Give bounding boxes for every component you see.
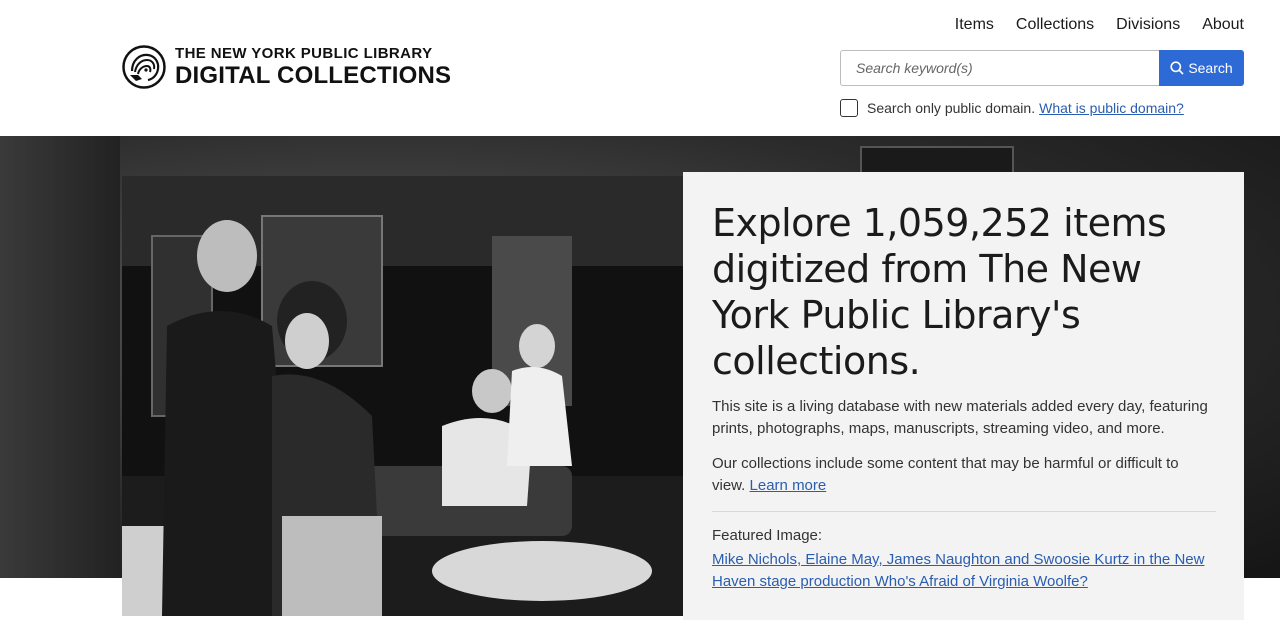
logo-text: THE NEW YORK PUBLIC LIBRARY DIGITAL COLL…	[175, 46, 451, 88]
site-logo[interactable]: THE NEW YORK PUBLIC LIBRARY DIGITAL COLL…	[122, 45, 451, 89]
logo-line2: DIGITAL COLLECTIONS	[175, 62, 452, 89]
hero-headline: Explore 1,059,252 items digitized from T…	[712, 201, 1167, 383]
hero-description: This site is a living database with new …	[712, 398, 1208, 437]
search-form: Search	[840, 50, 1244, 86]
site-header: THE NEW YORK PUBLIC LIBRARY DIGITAL COLL…	[0, 0, 1280, 136]
content-warning: Our collections include some content tha…	[712, 453, 1192, 497]
nav-item-about[interactable]: About	[1202, 16, 1244, 34]
search-button-label: Search	[1188, 60, 1233, 76]
public-domain-checkbox[interactable]	[840, 99, 858, 117]
what-is-public-domain-link[interactable]: What is public domain?	[1039, 100, 1184, 116]
search-input[interactable]	[840, 50, 1159, 86]
featured-image-link[interactable]: Mike Nichols, Elaine May, James Naughton…	[712, 549, 1212, 593]
main-nav: Items Collections Divisions About	[955, 16, 1244, 34]
nav-item-items[interactable]: Items	[955, 16, 994, 34]
divider	[712, 511, 1216, 512]
lion-logo-icon	[122, 45, 166, 89]
hero-card: Explore 1,059,252 items digitized from T…	[683, 172, 1244, 620]
learn-more-link[interactable]: Learn more	[750, 477, 827, 494]
logo-line1: THE NEW YORK PUBLIC LIBRARY	[175, 45, 433, 62]
search-icon	[1170, 61, 1184, 75]
featured-photo-illustration	[122, 176, 683, 616]
featured-image[interactable]	[122, 176, 683, 616]
public-domain-label: Search only public domain.	[867, 100, 1036, 116]
nav-item-divisions[interactable]: Divisions	[1116, 16, 1180, 34]
public-domain-filter: Search only public domain. What is publi…	[840, 99, 1184, 117]
featured-image-label: Featured Image:	[712, 527, 823, 544]
nav-item-collections[interactable]: Collections	[1016, 16, 1094, 34]
search-button[interactable]: Search	[1159, 50, 1244, 86]
